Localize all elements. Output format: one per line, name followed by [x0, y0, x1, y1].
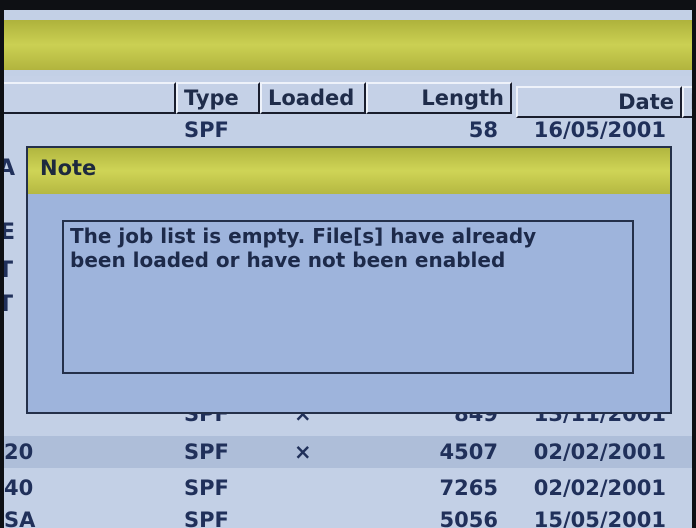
partial-name: E: [4, 220, 16, 245]
table-row[interactable]: 40 SPF 7265 02/02/2001: [4, 472, 692, 504]
dialog-message-box: The job list is empty. File[s] have alre…: [62, 220, 634, 374]
column-header-type[interactable]: Type: [176, 82, 260, 114]
table-row-selected[interactable]: 20 SPF × 4507 02/02/2001: [4, 436, 692, 468]
dialog-message-line: The job list is empty. File[s] have alre…: [70, 224, 537, 248]
row-length: 5056: [439, 508, 498, 528]
row-length: 7265: [439, 476, 498, 500]
row-date: 02/02/2001: [533, 476, 666, 500]
partial-name: T: [4, 258, 14, 283]
row-length: 4507: [439, 440, 498, 464]
screen: Type Loaded Length Date E SPF 58 16/05/2…: [4, 10, 692, 528]
row-name: SA: [4, 508, 36, 528]
partial-name: T: [4, 292, 14, 317]
partial-name: A: [4, 156, 16, 181]
dialog-title: Note: [40, 156, 97, 180]
window-title-bar: [4, 20, 692, 70]
column-header-loaded[interactable]: Loaded: [260, 82, 366, 114]
row-type: SPF: [184, 508, 229, 528]
row-date: 16/05/2001: [533, 118, 666, 142]
row-date: 02/02/2001: [533, 440, 666, 464]
row-length: 58: [468, 118, 498, 142]
row-name: 20: [4, 440, 34, 464]
column-header-length[interactable]: Length: [366, 82, 512, 114]
table-row[interactable]: SPF 58 16/05/2001: [4, 114, 692, 146]
row-type: SPF: [184, 440, 229, 464]
row-type: SPF: [184, 476, 229, 500]
column-header-name[interactable]: [4, 82, 176, 114]
row-name: 40: [4, 476, 34, 500]
row-type: SPF: [184, 118, 229, 142]
table-row[interactable]: SA SPF 5056 15/05/2001: [4, 504, 692, 528]
note-dialog: Note The job list is empty. File[s] have…: [26, 146, 672, 414]
dialog-title-bar[interactable]: Note: [28, 148, 670, 194]
row-date: 15/05/2001: [533, 508, 666, 528]
dialog-message-line: been loaded or have not been enabled: [70, 248, 506, 272]
row-loaded-mark: ×: [294, 440, 312, 464]
